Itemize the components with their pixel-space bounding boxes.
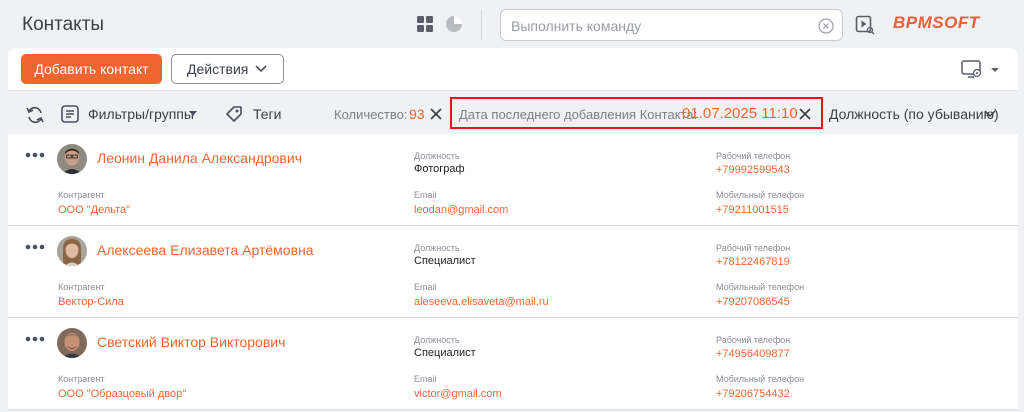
email-label: Email [414,282,437,292]
mobile-phone-link[interactable]: +79211001515 [716,204,789,216]
work-phone-label: Рабочий телефон [716,151,791,161]
position-label: Должность [414,243,460,253]
list-item[interactable]: Светский Виктор Викторович Должность Спе… [8,318,1018,410]
grid-view-icon[interactable] [416,15,434,33]
position-value: Специалист [414,347,476,359]
caret-down-icon[interactable] [189,111,197,117]
actions-button-label: Действия [187,61,249,77]
video-play-icon[interactable] [855,15,875,35]
account-label: Контрагент [58,282,105,292]
work-phone-link[interactable]: +78122467819 [716,256,790,268]
sort-button[interactable]: Должность (по убыванию) [829,106,999,122]
date-filter-value: 01.07.2025 11:10 [682,105,798,122]
work-phone-link[interactable]: +79992599543 [716,164,790,176]
chevron-down-icon [255,65,267,73]
list-item[interactable]: Алексеева Елизавета Артёмовна Должность … [8,226,1018,318]
filter-bar: Фильтры/группы Теги Количество: 93 Дата … [8,90,1018,134]
work-phone-label: Рабочий телефон [716,243,791,253]
command-input[interactable] [511,16,811,36]
bpmsoft-logo: BPMSOFT [893,13,980,32]
dashboard-view-icon[interactable] [445,15,463,33]
mobile-phone-link[interactable]: +79206754432 [716,388,790,400]
filters-groups-button[interactable]: Фильтры/группы [88,106,194,122]
clear-icon[interactable] [818,18,834,34]
date-filter-chip: Дата последнего добавления Контакта: 01.… [450,97,823,129]
contact-list: Леонин Данила Александрович Должность Фо… [8,134,1018,412]
avatar [57,236,87,266]
mobile-phone-label: Мобильный телефон [716,374,805,384]
list-item[interactable]: Леонин Данила Александрович Должность Фо… [8,134,1018,226]
email-label: Email [414,374,437,384]
position-value: Специалист [414,255,476,267]
toolbar: Добавить контакт Действия [8,48,1018,90]
account-link[interactable]: ООО "Дельта" [58,204,130,216]
more-icon[interactable] [25,244,45,250]
date-filter-label: Дата последнего добавления Контакта: [459,107,698,122]
more-icon[interactable] [25,152,45,158]
account-link[interactable]: Вектор-Сила [58,296,124,308]
tag-icon[interactable] [224,104,244,124]
filter-list-icon[interactable] [60,104,80,124]
work-phone-link[interactable]: +74956409877 [716,348,790,360]
actions-button[interactable]: Действия [171,54,284,84]
account-label: Контрагент [58,374,105,384]
mobile-phone-label: Мобильный телефон [716,282,805,292]
refresh-icon[interactable] [25,105,45,125]
contact-name-link[interactable]: Леонин Данила Александрович [97,150,302,166]
close-icon[interactable] [799,108,811,120]
position-value: Фотограф [414,163,465,175]
contact-name-link[interactable]: Алексеева Елизавета Артёмовна [97,242,314,258]
header-divider [481,10,482,40]
chevron-down-icon[interactable] [984,110,996,118]
more-icon[interactable] [25,336,45,342]
mobile-phone-label: Мобильный телефон [716,190,805,200]
avatar [57,144,87,174]
work-phone-label: Рабочий телефон [716,335,791,345]
add-contact-button[interactable]: Добавить контакт [21,54,162,84]
account-link[interactable]: ООО "Образцовый двор" [58,388,186,400]
position-label: Должность [414,335,460,345]
account-label: Контрагент [58,190,105,200]
count-value: 93 [409,106,425,122]
contact-name-link[interactable]: Светский Виктор Викторович [97,334,285,350]
email-label: Email [414,190,437,200]
close-icon[interactable] [430,108,442,120]
avatar [57,328,87,358]
email-link[interactable]: aleseeva.elisaveta@mail.ru [414,296,549,308]
email-link[interactable]: victor@gmail.com [414,388,502,400]
email-link[interactable]: leodan@gmail.com [414,204,508,216]
page-title: Контакты [22,14,105,35]
position-label: Должность [414,151,460,161]
header: Контакты BPMSOFT [0,0,1024,48]
count-label: Количество: [334,107,408,122]
command-box[interactable] [500,9,843,41]
tags-button[interactable]: Теги [253,106,281,122]
mobile-phone-link[interactable]: +79207086545 [716,296,790,308]
view-settings-icon[interactable] [961,60,1001,80]
